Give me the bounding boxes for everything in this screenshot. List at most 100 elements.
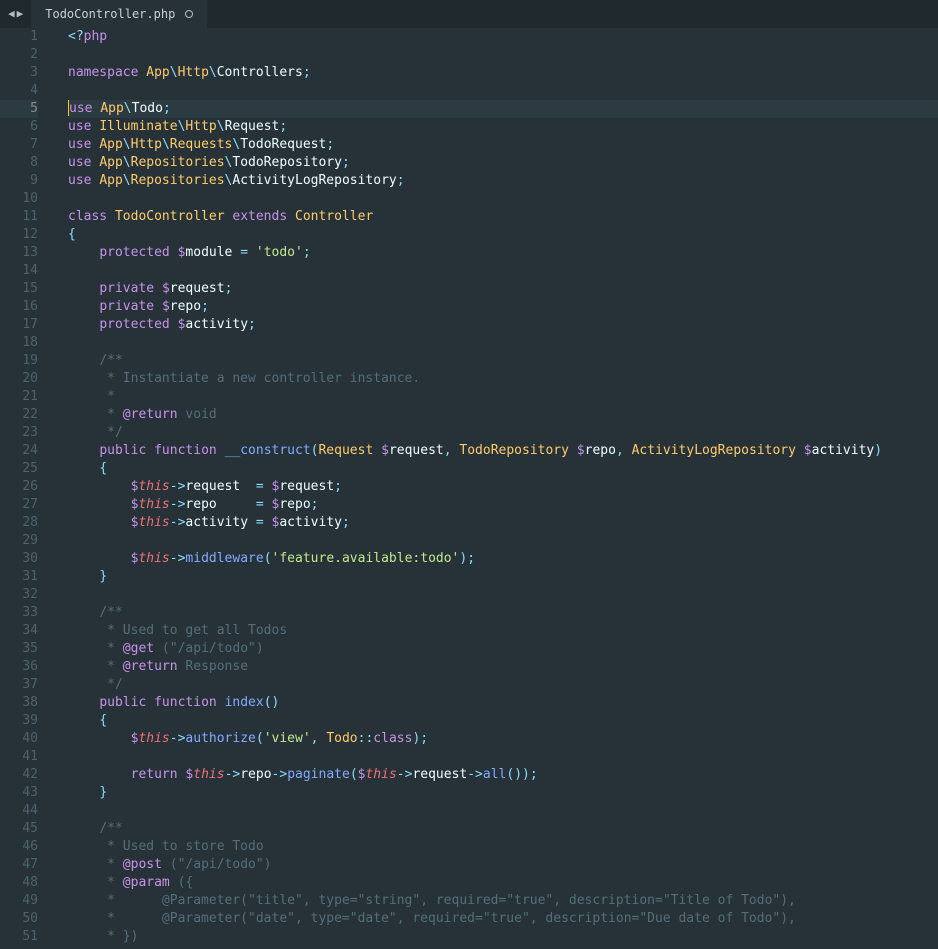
code-line[interactable]: $this->activity = $activity;	[68, 514, 938, 532]
line-number: 45	[0, 820, 38, 838]
code-line[interactable]: use App\Repositories\ActivityLogReposito…	[68, 172, 938, 190]
code-line[interactable]: class TodoController extends Controller	[68, 208, 938, 226]
code-line[interactable]: * @return void	[68, 406, 938, 424]
code-line[interactable]	[68, 82, 938, 100]
line-number: 31	[0, 568, 38, 586]
code-line[interactable]: return $this->repo->paginate($this->requ…	[68, 766, 938, 784]
code-line[interactable]: use App\Todo;	[68, 100, 938, 118]
line-number: 5	[0, 100, 38, 118]
code-line[interactable]: */	[68, 424, 938, 442]
code-line[interactable]: {	[68, 226, 938, 244]
line-number: 17	[0, 316, 38, 334]
code-line[interactable]: /**	[68, 604, 938, 622]
code-line[interactable]	[68, 748, 938, 766]
code-line[interactable]: public function index()	[68, 694, 938, 712]
code-line[interactable]	[68, 190, 938, 208]
code-line[interactable]	[68, 532, 938, 550]
file-tab-label: TodoController.php	[45, 5, 175, 23]
line-number: 46	[0, 838, 38, 856]
line-number: 39	[0, 712, 38, 730]
line-number: 14	[0, 262, 38, 280]
line-number: 25	[0, 460, 38, 478]
code-line[interactable]: * @Parameter("title", type="string", req…	[68, 892, 938, 910]
code-line[interactable]: $this->middleware('feature.available:tod…	[68, 550, 938, 568]
nav-back-icon[interactable]: ◀	[8, 5, 15, 23]
code-line[interactable]: <?php	[68, 28, 938, 46]
line-number: 27	[0, 496, 38, 514]
code-line[interactable]: /**	[68, 820, 938, 838]
code-line[interactable]: public function __construct(Request $req…	[68, 442, 938, 460]
code-line[interactable]	[68, 802, 938, 820]
code-line[interactable]: }	[68, 568, 938, 586]
line-number: 35	[0, 640, 38, 658]
code-area[interactable]: <?php namespace App\Http\Controllers; use …	[50, 28, 938, 949]
nav-arrows: ◀ ▶	[0, 5, 31, 23]
line-number: 33	[0, 604, 38, 622]
line-number: 34	[0, 622, 38, 640]
line-number: 38	[0, 694, 38, 712]
code-line[interactable]: use App\Repositories\TodoRepository;	[68, 154, 938, 172]
code-line[interactable]	[68, 46, 938, 64]
line-number: 22	[0, 406, 38, 424]
line-number: 36	[0, 658, 38, 676]
code-line[interactable]: {	[68, 712, 938, 730]
code-line[interactable]: * Used to get all Todos	[68, 622, 938, 640]
code-editor[interactable]: 1234567891011121314151617181920212223242…	[0, 28, 938, 949]
line-number: 16	[0, 298, 38, 316]
code-line[interactable]	[68, 586, 938, 604]
code-line[interactable]: * @Parameter("date", type="date", requir…	[68, 910, 938, 928]
line-number: 32	[0, 586, 38, 604]
line-number: 49	[0, 892, 38, 910]
code-line[interactable]: private $request;	[68, 280, 938, 298]
line-number: 44	[0, 802, 38, 820]
line-number: 41	[0, 748, 38, 766]
line-number: 9	[0, 172, 38, 190]
line-number: 18	[0, 334, 38, 352]
line-number: 4	[0, 82, 38, 100]
line-number: 20	[0, 370, 38, 388]
code-line[interactable]: {	[68, 460, 938, 478]
code-line[interactable]: */	[68, 676, 938, 694]
file-tab[interactable]: TodoController.php	[31, 0, 207, 28]
code-line[interactable]: * @post ("/api/todo")	[68, 856, 938, 874]
code-line[interactable]: protected $activity;	[68, 316, 938, 334]
code-line[interactable]: use Illuminate\Http\Request;	[68, 118, 938, 136]
line-number: 43	[0, 784, 38, 802]
line-number: 26	[0, 478, 38, 496]
code-line[interactable]: }	[68, 784, 938, 802]
line-number: 21	[0, 388, 38, 406]
code-line[interactable]: * @get ("/api/todo")	[68, 640, 938, 658]
line-number: 42	[0, 766, 38, 784]
code-line[interactable]: $this->authorize('view', Todo::class);	[68, 730, 938, 748]
code-line[interactable]: protected $module = 'todo';	[68, 244, 938, 262]
line-number: 48	[0, 874, 38, 892]
line-number: 6	[0, 118, 38, 136]
line-number: 11	[0, 208, 38, 226]
line-number: 51	[0, 928, 38, 946]
code-line[interactable]: /**	[68, 352, 938, 370]
line-number: 7	[0, 136, 38, 154]
line-number: 12	[0, 226, 38, 244]
code-line[interactable]: * Instantiate a new controller instance.	[68, 370, 938, 388]
nav-forward-icon[interactable]: ▶	[17, 5, 24, 23]
code-line[interactable]: private $repo;	[68, 298, 938, 316]
line-number: 1	[0, 28, 38, 46]
code-line[interactable]: $this->repo = $repo;	[68, 496, 938, 514]
code-line[interactable]: *	[68, 388, 938, 406]
code-line[interactable]	[68, 334, 938, 352]
dirty-indicator-icon	[185, 10, 193, 18]
code-line[interactable]: namespace App\Http\Controllers;	[68, 64, 938, 82]
code-line[interactable]: * @return Response	[68, 658, 938, 676]
line-number: 37	[0, 676, 38, 694]
code-line[interactable]: * @param ({	[68, 874, 938, 892]
line-number: 24	[0, 442, 38, 460]
code-line[interactable]: * Used to store Todo	[68, 838, 938, 856]
line-number: 29	[0, 532, 38, 550]
code-line[interactable]	[68, 262, 938, 280]
line-number: 47	[0, 856, 38, 874]
code-line[interactable]: * })	[68, 928, 938, 946]
line-number: 30	[0, 550, 38, 568]
code-line[interactable]: $this->request = $request;	[68, 478, 938, 496]
line-number: 3	[0, 64, 38, 82]
code-line[interactable]: use App\Http\Requests\TodoRequest;	[68, 136, 938, 154]
